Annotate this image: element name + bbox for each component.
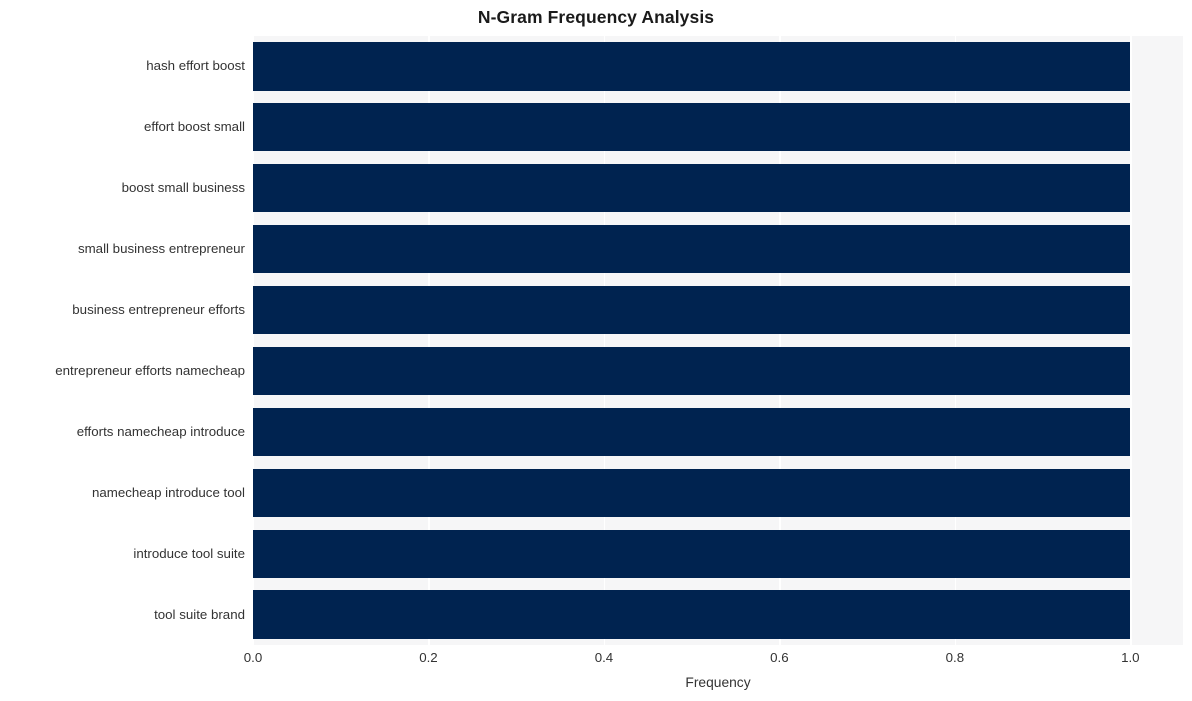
bar xyxy=(253,407,1131,456)
x-axis-title: Frequency xyxy=(685,675,751,690)
x-tick-label: 1.0 xyxy=(1121,650,1140,665)
x-axis-tick-labels: 0.0 0.2 0.4 0.6 0.8 1.0 xyxy=(244,650,1183,671)
y-tick-label: efforts namecheap introduce xyxy=(76,423,245,439)
chart-title: N-Gram Frequency Analysis xyxy=(477,7,715,27)
bar xyxy=(253,164,1131,213)
x-tick-label: 0.2 xyxy=(419,650,438,665)
chart-figure: N-Gram Frequency Analysis hash effort bo… xyxy=(0,0,1192,701)
y-axis-tick-labels: hash effort boost effort boost small boost… xyxy=(0,36,245,645)
y-tick-label: small business entrepreneur xyxy=(77,241,245,257)
x-tick-label: 0.6 xyxy=(770,650,789,665)
bar xyxy=(253,42,1131,91)
y-tick-label: hash effort boost xyxy=(146,58,245,74)
bar xyxy=(253,468,1131,517)
bar xyxy=(253,346,1131,395)
x-tick-label: 0.8 xyxy=(945,650,965,665)
x-tick-label: 0.4 xyxy=(594,650,614,665)
y-tick-label: entrepreneur efforts namecheap xyxy=(55,362,245,378)
x-tick-label: 0.0 xyxy=(243,650,263,665)
bars-layer xyxy=(253,36,1183,645)
y-tick-label: effort boost small xyxy=(143,119,245,135)
bar xyxy=(253,285,1131,335)
bar xyxy=(253,103,1131,152)
y-tick-label: namecheap introduce tool xyxy=(91,484,245,500)
y-tick-label: business entrepreneur efforts xyxy=(72,302,245,318)
y-tick-label: boost small business xyxy=(121,180,245,196)
bar xyxy=(253,225,1131,274)
bar xyxy=(253,529,1131,578)
y-tick-label: tool suite brand xyxy=(154,606,245,622)
plot-area xyxy=(253,36,1183,645)
y-tick-label: introduce tool suite xyxy=(133,545,245,561)
bar xyxy=(253,590,1131,639)
